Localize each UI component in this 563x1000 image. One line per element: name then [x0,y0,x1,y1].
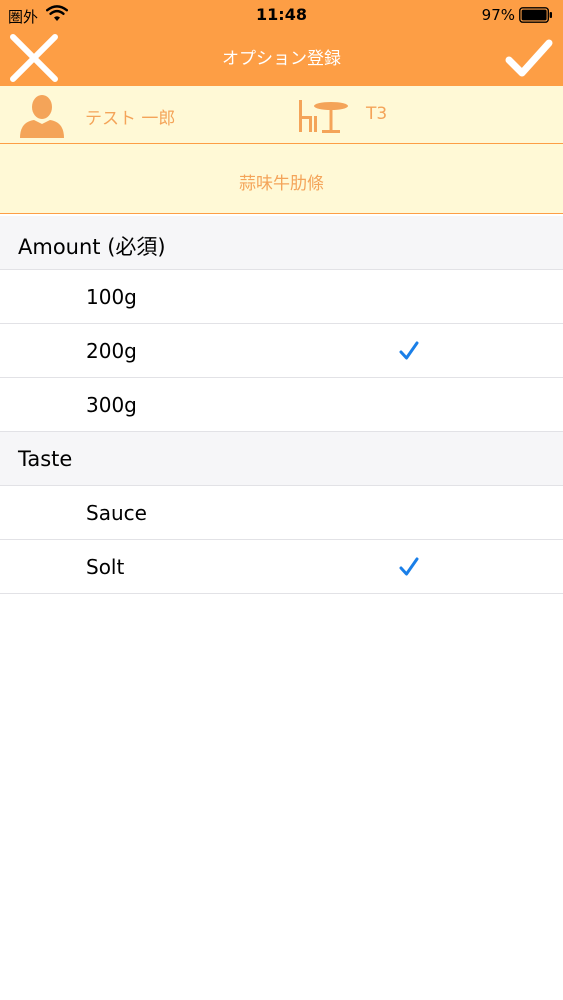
navigation-bar: オプション登録 [0,30,563,86]
option-row-300g[interactable]: 300g [0,378,563,432]
table-number: T3 [366,104,388,124]
option-row-sauce[interactable]: Sauce [0,486,563,540]
option-label: 300g [86,393,137,417]
selected-checkmark-icon [399,557,419,576]
status-bar: 圏外 11:48 97% [0,0,563,30]
page-title: オプション登録 [222,49,341,69]
option-row-200g[interactable]: 200g [0,324,563,378]
section-header-amount: Amount (必須) [0,216,563,270]
option-label: 200g [86,339,137,363]
section-header-taste: Taste [0,432,563,486]
section-title: Amount (必須) [18,235,166,259]
order-info-bar: テスト 一郎 T3 [0,86,563,144]
option-label: Solt [86,555,125,579]
option-label: Sauce [86,501,147,525]
checkmark-icon[interactable] [505,36,553,80]
option-row-100g[interactable]: 100g [0,270,563,324]
product-header: 蒜味牛肋條 [0,144,563,214]
option-list: Amount (必須) 100g 200g 300g Taste Sauce S… [0,216,563,594]
selected-checkmark-icon [399,341,419,360]
option-row-solt[interactable]: Solt [0,540,563,594]
section-title: Taste [18,447,73,471]
option-label: 100g [86,285,137,309]
product-name: 蒜味牛肋條 [239,174,324,194]
battery-percentage: 97% [481,6,515,24]
person-icon [20,95,64,138]
clock-time: 11:48 [256,5,307,24]
customer-name: テスト 一郎 [85,109,176,129]
battery-icon [519,7,552,23]
table-chairs-icon [299,100,348,133]
